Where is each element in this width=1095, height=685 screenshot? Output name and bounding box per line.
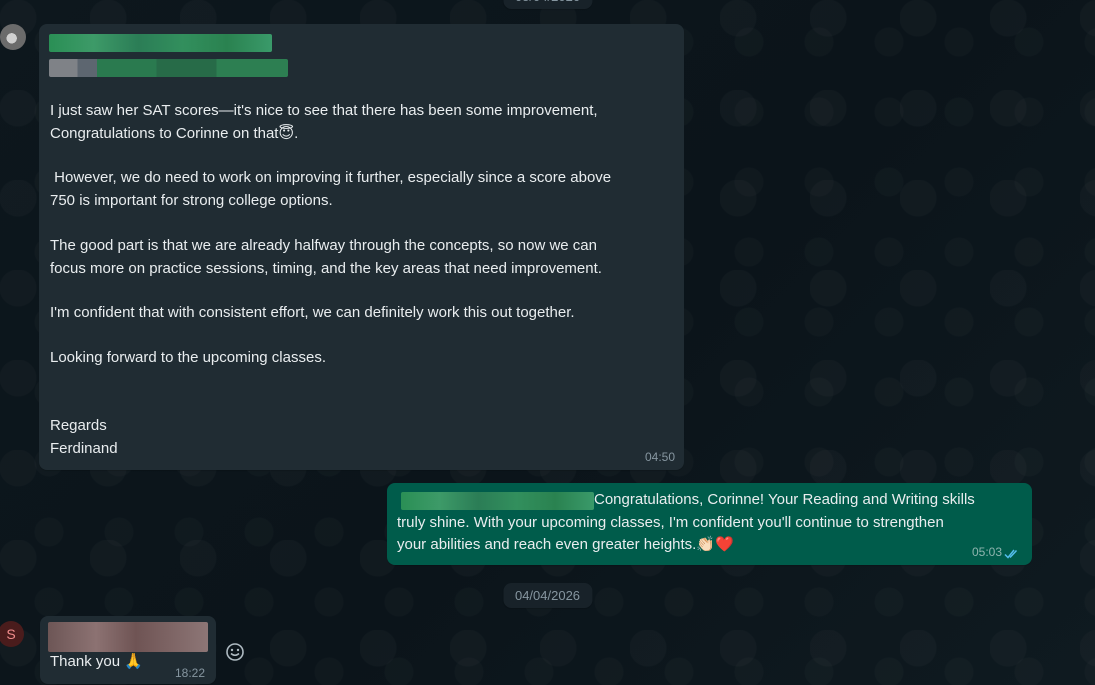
redacted-sender-phone xyxy=(49,59,288,77)
message-signature: Regards Ferdinand xyxy=(50,417,118,457)
smiley-reaction-icon[interactable] xyxy=(223,640,247,664)
incoming-short-text: Thank you 🙏 xyxy=(50,653,143,670)
outgoing-message-bubble[interactable]: Congratulations, Corinne! Your Reading a… xyxy=(387,483,1032,565)
redacted-sender-name xyxy=(49,34,272,52)
outgoing-message-text: Congratulations, Corinne! Your Reading a… xyxy=(397,491,975,553)
outgoing-message-time: 05:03 xyxy=(971,545,1002,559)
message-paragraph-5: Looking forward to the upcoming classes. xyxy=(50,349,326,366)
date-separator-top: 05/04/2026 xyxy=(502,0,593,9)
date-separator: 04/04/2026 xyxy=(502,583,593,608)
message-paragraph-4: I'm confident that with consistent effor… xyxy=(50,304,575,321)
message-paragraph-2: However, we do need to work on improving… xyxy=(50,169,612,209)
sender-avatar[interactable] xyxy=(0,24,26,50)
double-check-icon xyxy=(1004,547,1022,559)
incoming-short-message-bubble[interactable]: Thank you 🙏 18:22 xyxy=(40,616,216,684)
message-time: 04:50 xyxy=(644,450,675,464)
redacted-sender-name-2 xyxy=(48,622,208,652)
message-paragraph-3: The good part is that we are already hal… xyxy=(50,237,602,277)
message-paragraph-1: I just saw her SAT scores—it's nice to s… xyxy=(50,102,598,142)
incoming-message-bubble[interactable]: I just saw her SAT scores—it's nice to s… xyxy=(39,24,684,470)
incoming-short-time: 18:22 xyxy=(174,666,205,680)
